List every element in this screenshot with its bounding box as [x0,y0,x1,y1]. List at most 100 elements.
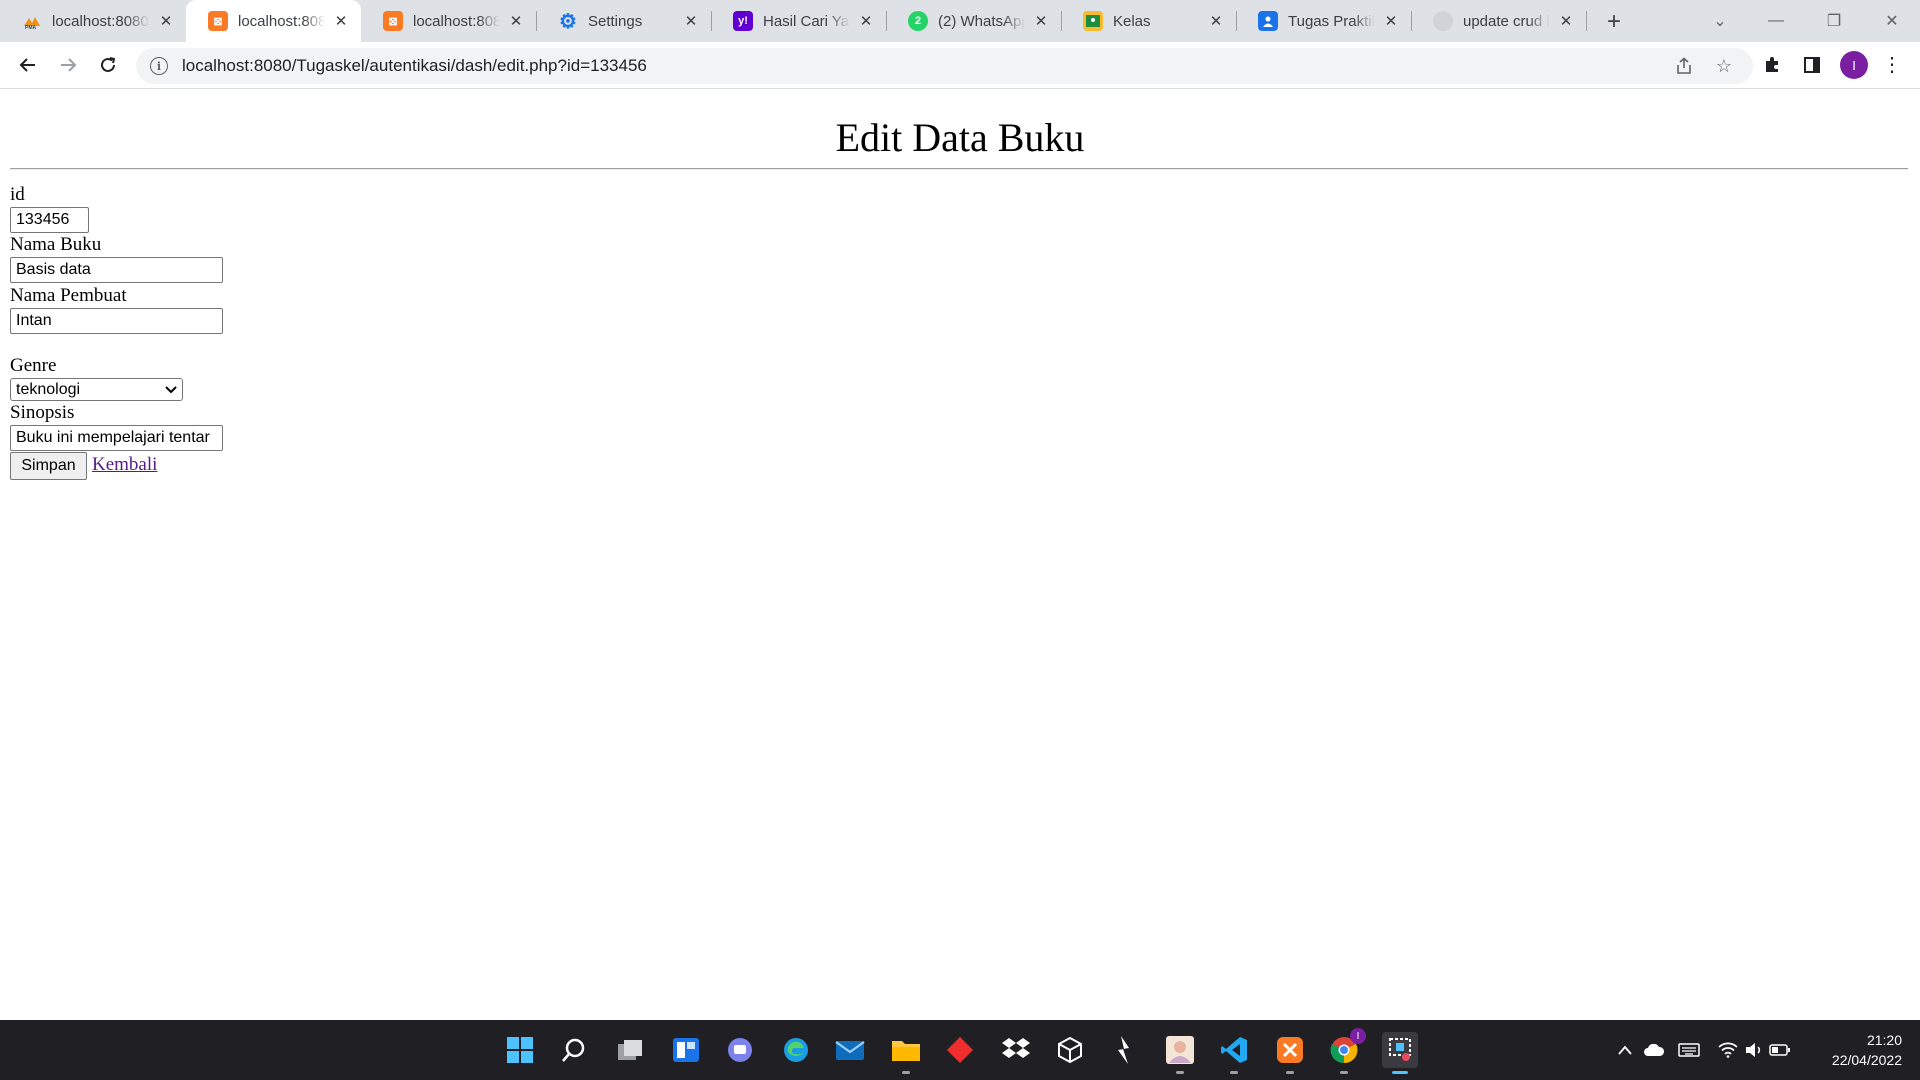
profile-avatar[interactable]: I [1840,51,1868,79]
close-icon[interactable]: ✕ [1381,11,1401,31]
forward-button[interactable] [52,49,84,81]
share-icon[interactable] [1672,54,1696,78]
tab-title: Settings [588,12,643,30]
tab-kelas[interactable]: Kelas ✕ [1061,0,1236,42]
bookmark-star-icon[interactable]: ☆ [1712,54,1736,78]
yahoo-icon: y! [733,11,753,31]
back-button[interactable] [12,49,44,81]
tab-title: Tugas Praktikum [1288,12,1375,30]
phpmyadmin-icon: PMA [22,11,42,31]
file-explorer-icon[interactable] [888,1032,924,1074]
id-field[interactable] [10,207,89,233]
search-icon[interactable] [556,1032,592,1068]
mail-icon[interactable] [832,1032,868,1068]
window-close-button[interactable]: ✕ [1866,0,1918,42]
tab-github[interactable]: update crud b ✕ [1411,0,1586,42]
close-icon[interactable]: ✕ [1206,11,1226,31]
nama-buku-field[interactable] [10,257,223,283]
keyboard-icon[interactable] [1678,1039,1700,1061]
onedrive-cloud-icon[interactable] [1643,1039,1665,1061]
chrome-menu-button[interactable]: ⋮ [1876,49,1908,81]
site-info-icon[interactable]: i [150,57,168,75]
close-icon[interactable]: ✕ [331,11,351,31]
clock-time: 21:20 [1866,1032,1902,1048]
tab-title: (2) WhatsApp [938,12,1025,30]
genre-select[interactable]: teknologi [10,378,183,401]
title-divider [10,168,1908,170]
tab-search-button[interactable]: ⌄ [1694,0,1746,42]
tab-yahoo[interactable]: y! Hasil Cari Yahoo ✕ [711,0,886,42]
wifi-icon[interactable] [1717,1039,1739,1061]
simpan-button[interactable]: Simpan [10,452,87,480]
clock-date: 22/04/2022 [1831,1052,1902,1068]
restore-button[interactable]: ❐ [1808,0,1860,42]
whatsapp-icon: 2 [908,11,928,31]
close-icon[interactable]: ✕ [506,11,526,31]
tab-whatsapp[interactable]: 2 (2) WhatsApp ✕ [886,0,1061,42]
volume-icon[interactable] [1743,1039,1765,1061]
close-icon[interactable]: ✕ [1031,11,1051,31]
bolt-app-icon[interactable] [1106,1032,1142,1068]
settings-gear-icon: ⚙ [559,10,577,33]
windows-start-icon[interactable] [502,1032,538,1068]
snipping-tool-icon[interactable] [1382,1032,1418,1074]
teams-chat-icon[interactable] [722,1032,758,1068]
sinopsis-label: Sinopsis [10,402,75,423]
minimize-button[interactable]: — [1750,0,1802,42]
battery-icon[interactable] [1769,1039,1791,1061]
url-text[interactable]: localhost:8080/Tugaskel/autentikasi/dash… [182,56,647,76]
xampp-icon[interactable] [1272,1032,1308,1074]
task-view-icon[interactable] [612,1032,648,1068]
close-icon[interactable]: ✕ [156,11,176,31]
taskbar-clock[interactable]: 21:20 22/04/2022 [1814,1030,1902,1070]
close-icon[interactable]: ✕ [856,11,876,31]
sinopsis-field[interactable] [10,425,223,451]
back-arrow-icon [19,58,35,72]
google-classroom-icon [1083,11,1103,31]
new-tab-button[interactable]: + [1598,6,1630,38]
address-bar[interactable]: i localhost:8080/Tugaskel/autentikasi/da… [136,48,1753,84]
vscode-icon[interactable] [1216,1032,1252,1074]
tab-title: localhost:8080 [238,12,325,30]
nama-buku-label: Nama Buku [10,234,102,255]
running-indicator [1392,1071,1408,1074]
edge-icon[interactable] [778,1032,814,1068]
tab-localhost-active[interactable]: ⊠ localhost:8080 ✕ [186,0,361,42]
tab-settings[interactable]: ⚙ Settings ✕ [536,0,711,42]
tab-title: localhost:8080 [413,12,500,30]
puzzle-icon [1766,57,1778,72]
xampp-icon: ⊠ [208,11,228,31]
tab-title: Hasil Cari Yahoo [763,12,850,30]
close-icon[interactable]: ✕ [681,11,701,31]
side-panel-button[interactable] [1796,49,1828,81]
virtualbox-icon[interactable] [1052,1032,1088,1068]
tab-tugas-praktikum[interactable]: Tugas Praktikum ✕ [1236,0,1411,42]
dropbox-icon[interactable] [998,1032,1034,1068]
kembali-link[interactable]: Kembali [92,454,157,476]
tab-localhost-2[interactable]: ⊠ localhost:8080 ✕ [361,0,536,42]
running-indicator [1286,1071,1294,1074]
running-indicator [1176,1071,1184,1074]
chrome-icon[interactable]: I [1326,1028,1366,1074]
red-app-icon[interactable] [942,1032,978,1068]
browser-toolbar: i localhost:8080/Tugaskel/autentikasi/da… [0,42,1920,89]
classroom-assignment-icon [1258,11,1278,31]
github-icon [1433,11,1453,31]
extensions-button[interactable] [1756,49,1788,81]
tab-title: update crud b [1463,12,1550,30]
chevron-down-icon [165,383,177,397]
widgets-icon[interactable] [668,1032,704,1068]
page-content: Edit Data Buku id Nama Buku Nama Pembuat… [0,90,1920,1020]
reload-button[interactable] [92,49,124,81]
more-vert-icon: ⋮ [1882,54,1902,76]
genre-label: Genre [10,355,57,376]
chevron-up-icon[interactable] [1614,1039,1636,1061]
photo-app-icon[interactable] [1162,1032,1198,1074]
tab-phpmyadmin[interactable]: PMA localhost:8080 ✕ [0,0,186,42]
tab-separator [1586,11,1587,31]
id-label: id [10,184,25,205]
tab-title: Kelas [1113,12,1151,30]
nama-pembuat-field[interactable] [10,308,223,334]
tab-title: localhost:8080 [52,12,149,30]
close-icon[interactable]: ✕ [1556,11,1576,31]
